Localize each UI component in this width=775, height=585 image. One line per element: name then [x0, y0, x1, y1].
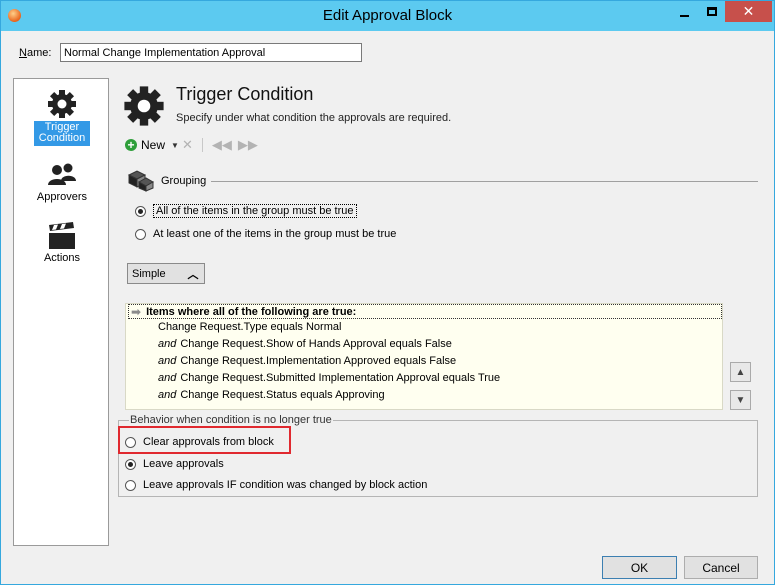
trigger-gear-icon — [124, 86, 164, 126]
radio-button[interactable] — [135, 228, 146, 240]
radio-button[interactable] — [135, 205, 146, 217]
radio-button[interactable] — [125, 479, 136, 491]
move-down-button[interactable]: ▼ — [730, 390, 751, 410]
nav-item-trigger-condition[interactable]: Trigger Condition — [34, 89, 90, 146]
condition-header[interactable]: ➡ Items where all of the following are t… — [128, 304, 722, 319]
nav-item-label: Trigger Condition — [34, 121, 90, 146]
radio-button[interactable] — [125, 458, 136, 470]
page-title: Trigger Condition — [176, 84, 314, 104]
add-icon[interactable]: + — [125, 139, 137, 151]
toolbar-separator — [201, 138, 203, 152]
nav-item-label: Approvers — [36, 191, 88, 203]
page-description: Specify under what condition the approva… — [176, 112, 452, 124]
radio-label: At least one of the items in the group m… — [153, 228, 397, 240]
dialog-window: Edit Approval Block ✕ Name: Normal Chang… — [0, 0, 775, 585]
nav-item-label: Actions — [43, 252, 81, 264]
behavior-legend: Behavior when condition is no longer tru… — [129, 414, 333, 426]
people-icon — [48, 163, 76, 185]
move-left-icon[interactable]: ◀◀ — [212, 137, 232, 153]
condition-panel: ➡ Items where all of the following are t… — [125, 303, 723, 410]
clapperboard-icon — [49, 222, 75, 249]
minimize-icon — [680, 14, 689, 17]
chevron-up-icon: ︿ — [187, 268, 199, 281]
radio-all-items[interactable]: All of the items in the group must be tr… — [135, 204, 357, 218]
simple-mode-label: Simple — [132, 267, 166, 280]
maximize-button[interactable] — [698, 1, 725, 22]
condition-header-text: Items where all of the following are tru… — [146, 305, 357, 318]
minimize-button[interactable] — [671, 1, 698, 22]
radio-label: Leave approvals — [143, 458, 224, 470]
nav-item-actions[interactable]: Actions — [34, 222, 90, 264]
condition-toolbar: + New ▼ ✕ ◀◀ ▶▶ — [125, 137, 261, 153]
move-right-icon[interactable]: ▶▶ — [238, 137, 258, 153]
condition-line[interactable]: and Change Request.Implementation Approve… — [158, 355, 456, 367]
radio-label: All of the items in the group must be tr… — [153, 204, 357, 218]
new-button[interactable]: New — [141, 138, 165, 152]
left-nav-panel: Trigger Condition Approvers Actions — [13, 78, 109, 546]
name-label: Name: — [19, 47, 52, 59]
radio-at-least-one[interactable]: At least one of the items in the group m… — [135, 228, 396, 240]
condition-line[interactable]: Change Request.Type equals Normal — [158, 321, 341, 333]
arrow-up-icon: ▲ — [735, 366, 746, 378]
grouping-icon — [127, 170, 155, 192]
close-button[interactable]: ✕ — [725, 1, 772, 22]
radio-leave-approvals-if-changed[interactable]: Leave approvals IF condition was changed… — [125, 479, 427, 491]
title-bar[interactable]: Edit Approval Block ✕ — [1, 1, 774, 31]
ok-button[interactable]: OK — [602, 556, 677, 579]
condition-line[interactable]: and Change Request.Show of Hands Approval… — [158, 338, 452, 350]
radio-label: Leave approvals IF condition was changed… — [143, 479, 428, 491]
highlight-annotation — [118, 426, 291, 454]
maximize-icon — [706, 7, 717, 16]
cancel-button[interactable]: Cancel — [684, 556, 758, 579]
radio-leave-approvals[interactable]: Leave approvals — [125, 458, 224, 470]
gear-icon — [48, 90, 76, 118]
close-icon: ✕ — [742, 3, 755, 19]
move-up-button[interactable]: ▲ — [730, 362, 751, 382]
simple-mode-button[interactable]: Simple ︿ — [127, 263, 205, 284]
window-title: Edit Approval Block — [322, 7, 453, 24]
condition-line[interactable]: and Change Request.Status equals Approvin… — [158, 389, 385, 401]
name-input[interactable] — [60, 43, 362, 62]
grouping-divider — [211, 181, 758, 182]
chevron-down-icon[interactable]: ▼ — [171, 141, 179, 150]
arrow-down-icon: ▼ — [735, 394, 746, 406]
delete-icon[interactable]: ✕ — [182, 137, 193, 153]
arrow-right-icon: ➡ — [131, 304, 142, 319]
grouping-label: Grouping — [161, 175, 207, 187]
nav-item-approvers[interactable]: Approvers — [34, 163, 90, 203]
condition-line[interactable]: and Change Request.Submitted Implementati… — [158, 372, 500, 384]
